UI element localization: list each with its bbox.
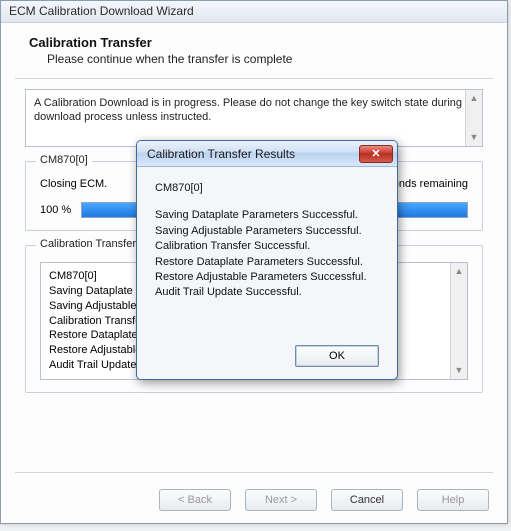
footer-separator xyxy=(15,472,493,473)
results-dialog: Calibration Transfer Results ✕ CM870[0] … xyxy=(136,140,398,380)
scroll-down-icon[interactable]: ▼ xyxy=(466,129,482,146)
wizard-button-row: < Back Next > Cancel Help xyxy=(159,489,489,511)
dialog-footer: OK xyxy=(295,345,379,367)
info-message-text: A Calibration Download is in progress. P… xyxy=(34,97,462,123)
scrollbar[interactable]: ▲ ▼ xyxy=(465,90,482,146)
close-button[interactable]: ✕ xyxy=(359,145,393,163)
dialog-titlebar[interactable]: Calibration Transfer Results ✕ xyxy=(137,141,397,167)
page-title: Calibration Transfer xyxy=(29,35,479,50)
scrollbar[interactable]: ▲ ▼ xyxy=(450,263,467,379)
next-button[interactable]: Next > xyxy=(245,489,317,511)
dialog-title: Calibration Transfer Results xyxy=(147,147,295,161)
device-legend: CM870[0] xyxy=(36,154,92,166)
device-status-left: Closing ECM. xyxy=(40,178,107,190)
window-titlebar[interactable]: ECM Calibration Download Wizard xyxy=(1,1,507,23)
scroll-down-icon[interactable]: ▼ xyxy=(451,362,467,379)
dialog-line: Calibration Transfer Successful. xyxy=(155,239,379,254)
back-button[interactable]: < Back xyxy=(159,489,231,511)
dialog-line: Saving Adjustable Parameters Successful. xyxy=(155,224,379,239)
page-subtitle: Please continue when the transfer is com… xyxy=(47,52,479,66)
scroll-up-icon[interactable]: ▲ xyxy=(466,90,482,107)
ok-button[interactable]: OK xyxy=(295,345,379,367)
progress-label: 100 % xyxy=(40,204,71,216)
dialog-body: CM870[0] Saving Dataplate Parameters Suc… xyxy=(137,167,397,311)
scroll-up-icon[interactable]: ▲ xyxy=(451,263,467,280)
results-legend: Calibration Transfer xyxy=(36,238,140,250)
heading-separator xyxy=(15,78,493,79)
window-title: ECM Calibration Download Wizard xyxy=(9,4,194,18)
dialog-line: Audit Trail Update Successful. xyxy=(155,285,379,300)
close-icon: ✕ xyxy=(371,147,380,160)
dialog-line: Saving Dataplate Parameters Successful. xyxy=(155,208,379,223)
cancel-button[interactable]: Cancel xyxy=(331,489,403,511)
info-message-box: A Calibration Download is in progress. P… xyxy=(25,89,483,147)
dialog-device-label: CM870[0] xyxy=(155,181,379,196)
dialog-line: Restore Dataplate Parameters Successful. xyxy=(155,255,379,270)
dialog-line: Restore Adjustable Parameters Successful… xyxy=(155,270,379,285)
help-button[interactable]: Help xyxy=(417,489,489,511)
wizard-heading: Calibration Transfer Please continue whe… xyxy=(1,23,507,70)
